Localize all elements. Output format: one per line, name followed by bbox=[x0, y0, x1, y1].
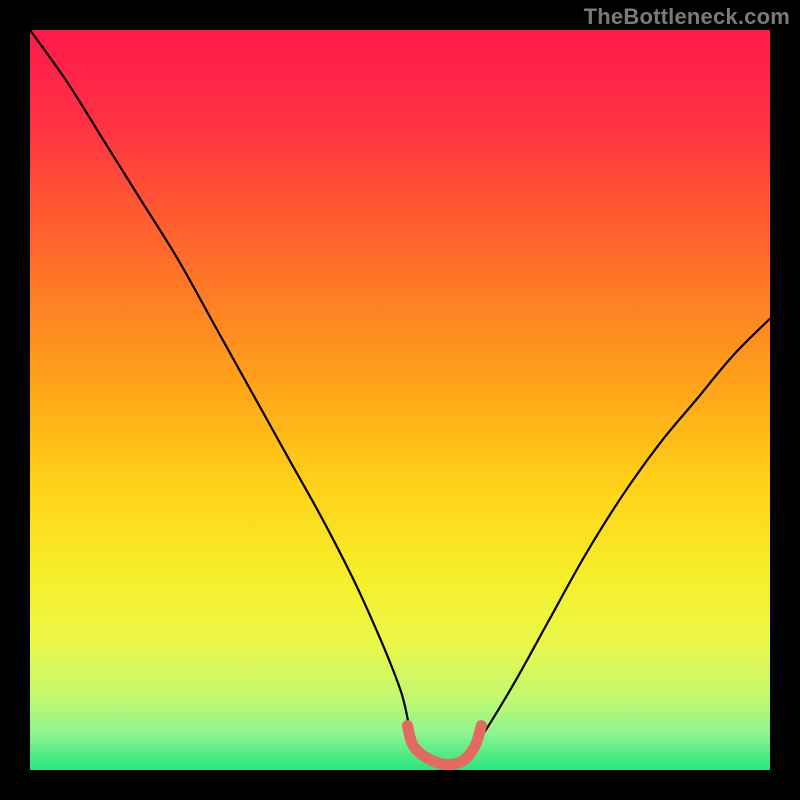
gradient-background bbox=[30, 30, 770, 770]
watermark-label: TheBottleneck.com bbox=[584, 4, 790, 30]
chart-plot-area bbox=[30, 30, 770, 770]
chart-frame: TheBottleneck.com bbox=[0, 0, 800, 800]
bottleneck-chart bbox=[30, 30, 770, 770]
